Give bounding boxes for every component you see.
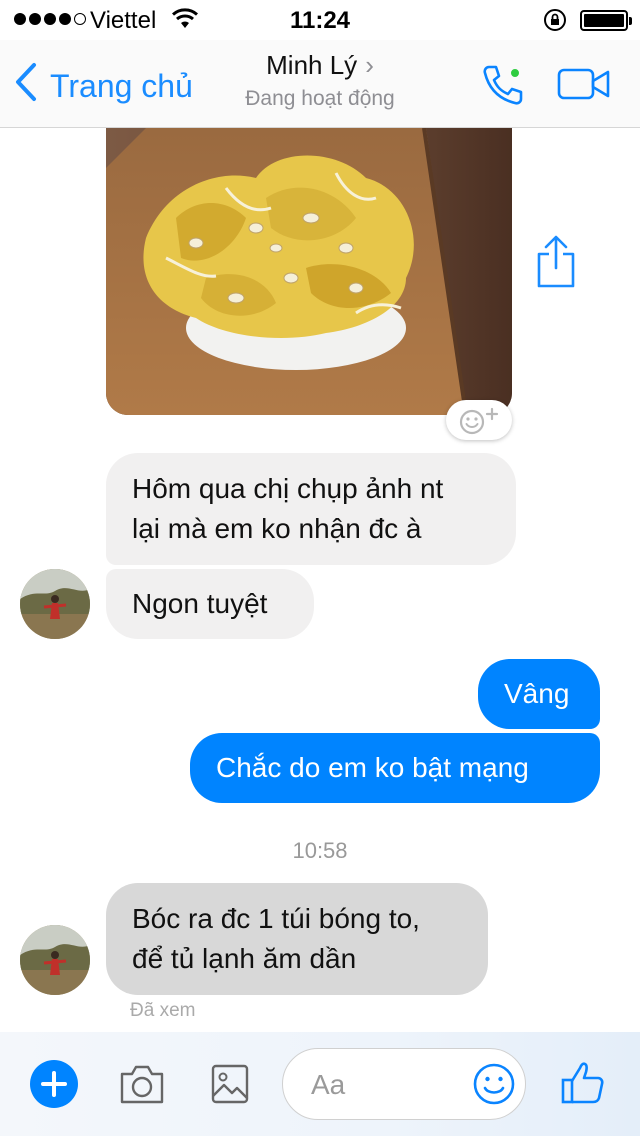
message-text: Vâng bbox=[504, 678, 570, 709]
back-chevron-icon bbox=[14, 62, 38, 110]
gallery-icon[interactable] bbox=[210, 1063, 250, 1110]
message-bubble-outgoing[interactable]: Vâng bbox=[478, 659, 600, 729]
emoji-icon[interactable] bbox=[472, 1062, 516, 1111]
contact-avatar[interactable] bbox=[20, 569, 90, 639]
camera-icon[interactable] bbox=[118, 1062, 166, 1111]
thumbs-up-icon[interactable] bbox=[560, 1060, 606, 1111]
contact-title[interactable]: Minh Lý › Đang hoạt động bbox=[200, 50, 440, 111]
message-line: Bóc ra đc 1 túi bóng to, bbox=[132, 903, 420, 934]
contact-avatar[interactable] bbox=[20, 925, 90, 995]
online-indicator bbox=[509, 67, 521, 79]
message-bubble-incoming[interactable]: Hôm qua chị chụp ảnh nt lại mà em ko nhậ… bbox=[106, 453, 516, 565]
plus-icon[interactable] bbox=[30, 1060, 78, 1108]
reaction-icon[interactable] bbox=[446, 400, 512, 440]
contact-status: Đang hoạt động bbox=[245, 87, 395, 110]
message-bubble-incoming[interactable]: Ngon tuyệt bbox=[106, 569, 314, 639]
message-line: lại mà em ko nhận đc à bbox=[132, 513, 422, 544]
message-timestamp: 10:58 bbox=[292, 838, 348, 863]
message-line: để tủ lạnh ăm dần bbox=[132, 943, 357, 974]
contact-name: Minh Lý bbox=[266, 50, 358, 80]
back-button[interactable]: Trang chủ bbox=[14, 62, 193, 110]
message-input[interactable] bbox=[311, 1065, 461, 1105]
video-icon[interactable] bbox=[556, 67, 612, 106]
shared-photo[interactable] bbox=[106, 128, 512, 415]
seen-receipt: Đã xem bbox=[130, 1000, 196, 1021]
message-text: Ngon tuyệt bbox=[132, 588, 268, 619]
share-icon[interactable] bbox=[534, 234, 578, 295]
conversation-header: Trang chủ Minh Lý › Đang hoạt động bbox=[0, 40, 640, 128]
message-bubble-outgoing[interactable]: Chắc do em ko bật mạng bbox=[190, 733, 600, 803]
status-bar: Viettel 11:24 bbox=[0, 0, 640, 40]
back-label: Trang chủ bbox=[50, 67, 193, 104]
battery-icon bbox=[580, 10, 632, 31]
chevron-right-icon: › bbox=[365, 50, 374, 80]
message-line: Hôm qua chị chụp ảnh nt bbox=[132, 473, 444, 504]
message-bubble-incoming[interactable]: Bóc ra đc 1 túi bóng to, để tủ lạnh ăm d… bbox=[106, 883, 488, 995]
lock-rotation-icon bbox=[543, 8, 567, 39]
message-text: Chắc do em ko bật mạng bbox=[216, 752, 529, 783]
